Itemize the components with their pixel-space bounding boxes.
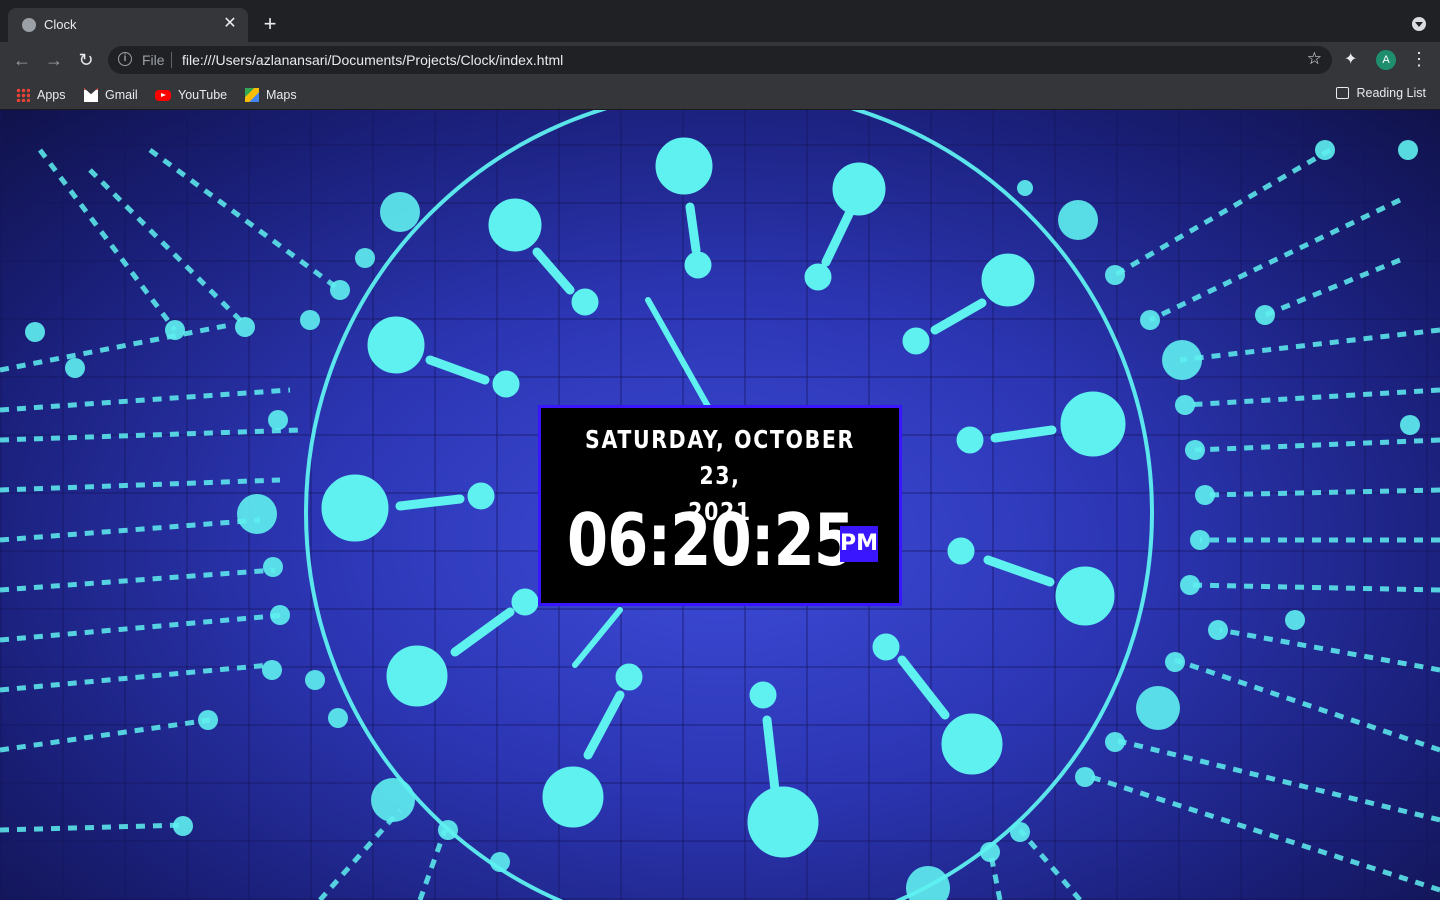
back-icon[interactable]: ← xyxy=(10,48,34,72)
star-icon[interactable]: ☆ xyxy=(1307,49,1322,69)
globe-icon xyxy=(22,18,36,32)
bookmark-label: Maps xyxy=(266,88,297,102)
youtube-icon xyxy=(155,89,171,101)
time-display: 06:20:25 xyxy=(567,498,887,582)
bookmarks-bar: Apps Gmail YouTube Maps Reading List xyxy=(0,80,1440,110)
scheme-label: File xyxy=(142,52,165,68)
page-viewport: SATURDAY, OCTOBER 23, 2021 06:20:25 PM xyxy=(0,110,1440,900)
time-text: 06:20:25 xyxy=(567,498,855,582)
bookmark-maps[interactable]: Maps xyxy=(245,86,297,104)
tab-search-icon[interactable] xyxy=(1412,17,1426,31)
bookmark-youtube[interactable]: YouTube xyxy=(155,86,227,104)
menu-icon[interactable]: ⋮ xyxy=(1410,48,1428,72)
new-tab-button[interactable]: + xyxy=(258,12,282,36)
bookmark-label: Gmail xyxy=(105,88,138,102)
period-badge: PM xyxy=(840,526,878,562)
reading-list-icon xyxy=(1335,87,1349,99)
clock-panel: SATURDAY, OCTOBER 23, 2021 06:20:25 PM xyxy=(538,405,902,606)
info-icon[interactable]: i xyxy=(118,52,132,66)
address-bar[interactable]: i File file:///Users/azlanansari/Documen… xyxy=(108,46,1332,74)
forward-icon[interactable]: → xyxy=(42,48,66,72)
gmail-icon xyxy=(84,88,98,102)
tab-title: Clock xyxy=(44,17,77,32)
maps-icon xyxy=(245,88,259,102)
browser-chrome: Clock ✕ + ← → ↻ i File file:///Users/azl… xyxy=(0,0,1440,110)
url-text[interactable]: file:///Users/azlanansari/Documents/Proj… xyxy=(182,52,563,68)
date-line-1: SATURDAY, OCTOBER 23, xyxy=(585,425,855,490)
extensions-icon[interactable]: ✦ xyxy=(1344,49,1357,69)
avatar[interactable]: A xyxy=(1376,50,1396,70)
toolbar: ← → ↻ i File file:///Users/azlanansari/D… xyxy=(0,42,1440,78)
reading-list-button[interactable]: Reading List xyxy=(1335,86,1427,100)
close-icon[interactable]: ✕ xyxy=(220,14,240,34)
tab-strip: Clock ✕ + xyxy=(0,0,1440,42)
divider xyxy=(171,52,172,68)
apps-icon xyxy=(16,88,30,102)
reload-icon[interactable]: ↻ xyxy=(74,48,98,72)
bookmark-label: YouTube xyxy=(178,88,228,102)
reading-list-label: Reading List xyxy=(1356,86,1427,100)
bookmark-gmail[interactable]: Gmail xyxy=(84,86,138,104)
bookmark-label: Apps xyxy=(37,88,66,102)
bookmark-apps[interactable]: Apps xyxy=(16,86,66,104)
tab-clock[interactable]: Clock ✕ xyxy=(8,8,248,42)
